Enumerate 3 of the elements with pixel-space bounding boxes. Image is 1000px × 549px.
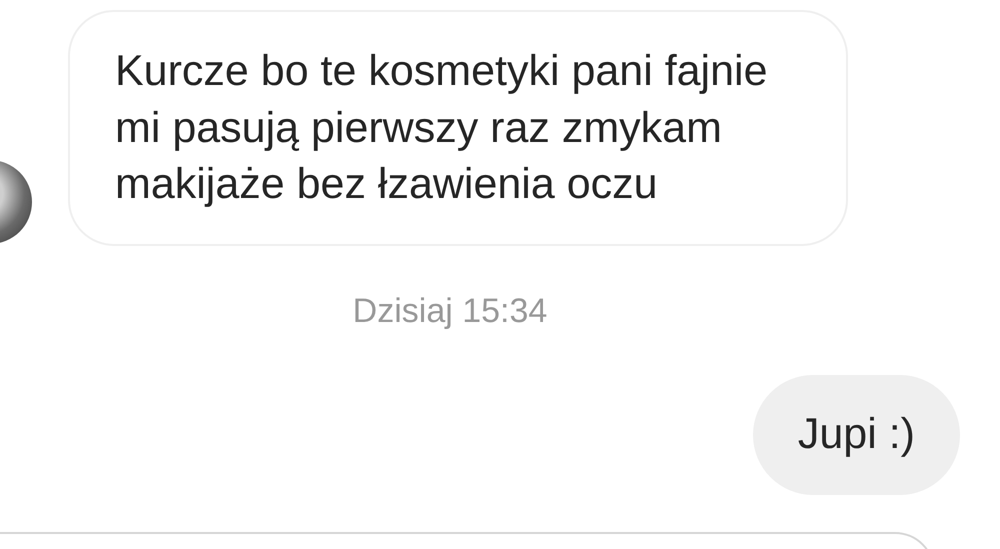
message-bubble: Jupi :) [752,374,960,494]
timestamp: Dzisiaj 15:34 [352,292,548,330]
message-bubble: Kurcze bo te kosmetyki pani fajnie mi pasują pierwszy raz zmykam makijaże bez łzawienia oczu [68,10,848,246]
